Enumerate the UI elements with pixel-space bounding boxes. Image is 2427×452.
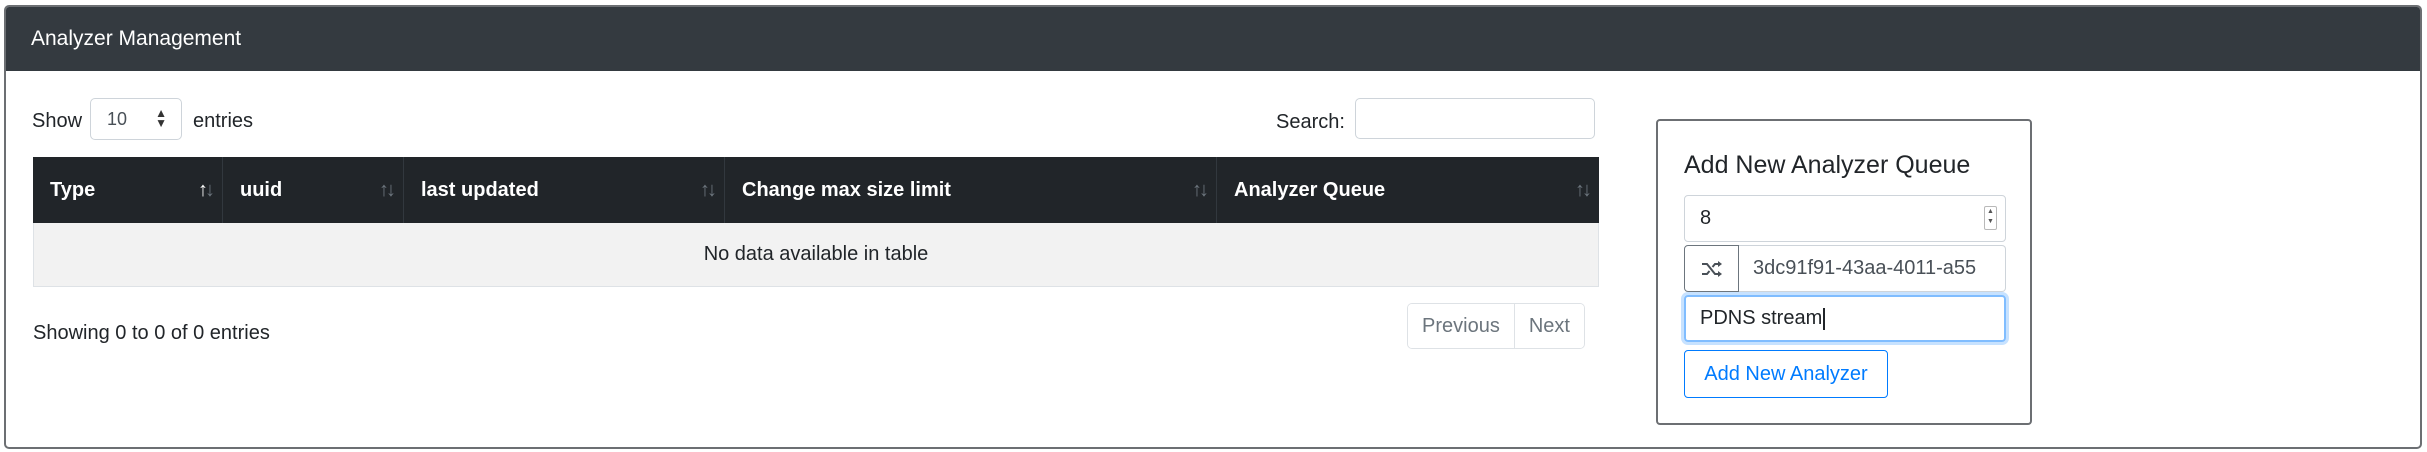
search-input[interactable] [1355, 98, 1595, 139]
select-caret-icon: ▲ ▼ [155, 106, 167, 130]
pagination: Previous Next [1407, 303, 1585, 349]
column-header-analyzer-queue[interactable]: Analyzer Queue ↑↓ [1217, 157, 1599, 223]
search-label: Search: [1276, 111, 1345, 133]
column-header-label: last updated [421, 179, 539, 201]
sort-icon: ↑↓ [700, 179, 717, 201]
length-show-label: Show [32, 110, 83, 132]
add-new-analyzer-button[interactable]: Add New Analyzer [1684, 350, 1888, 398]
description-value: PDNS stream [1700, 307, 1823, 329]
table-info: Showing 0 to 0 of 0 entries [33, 322, 270, 344]
uuid-input[interactable]: 3dc91f91-43aa-4011-a55 [1739, 245, 2006, 292]
column-header-label: uuid [240, 179, 283, 201]
analyzer-management-card: Analyzer Management Show 10 ▲ ▼ entries S… [4, 5, 2422, 449]
analyzer-table: Type ↑↓ uuid ↑↓ last updated ↑↓ Change m… [33, 157, 1599, 287]
column-header-label: Type [50, 179, 96, 201]
empty-table-message: No data available in table [33, 223, 1599, 287]
previous-page-button[interactable]: Previous [1408, 304, 1514, 348]
add-panel-title: Add New Analyzer Queue [1684, 151, 1971, 179]
number-spinner-icon[interactable]: ▲ ▼ [1984, 206, 1997, 230]
column-header-change-max-size[interactable]: Change max size limit ↑↓ [725, 157, 1217, 223]
shuffle-icon[interactable] [1684, 245, 1739, 292]
description-input[interactable]: PDNS stream [1684, 295, 2006, 342]
column-header-last-updated[interactable]: last updated ↑↓ [404, 157, 725, 223]
text-cursor [1823, 307, 1825, 330]
column-header-label: Change max size limit [742, 179, 951, 201]
entries-length-select[interactable]: 10 ▲ ▼ [90, 98, 182, 140]
queue-type-number-input[interactable]: 8 ▲ ▼ [1684, 195, 2006, 242]
sort-icon: ↑↓ [1575, 179, 1592, 201]
column-header-label: Analyzer Queue [1234, 179, 1386, 201]
sort-icon: ↑↓ [1192, 179, 1209, 201]
add-analyzer-panel: Add New Analyzer Queue 8 ▲ ▼ 3dc91f91-43a… [1656, 119, 2032, 425]
sort-asc-icon: ↑↓ [198, 179, 215, 201]
column-header-uuid[interactable]: uuid ↑↓ [223, 157, 404, 223]
table-header-row: Type ↑↓ uuid ↑↓ last updated ↑↓ Change m… [33, 157, 1599, 223]
entries-length-value: 10 [107, 109, 128, 129]
next-page-button[interactable]: Next [1513, 304, 1584, 348]
sort-icon: ↑↓ [379, 179, 396, 201]
queue-type-value: 8 [1700, 207, 1712, 229]
length-entries-label: entries [193, 110, 254, 132]
uuid-input-group: 3dc91f91-43aa-4011-a55 [1684, 245, 2006, 292]
card-header-title: Analyzer Management [6, 7, 2420, 71]
column-header-type[interactable]: Type ↑↓ [33, 157, 223, 223]
